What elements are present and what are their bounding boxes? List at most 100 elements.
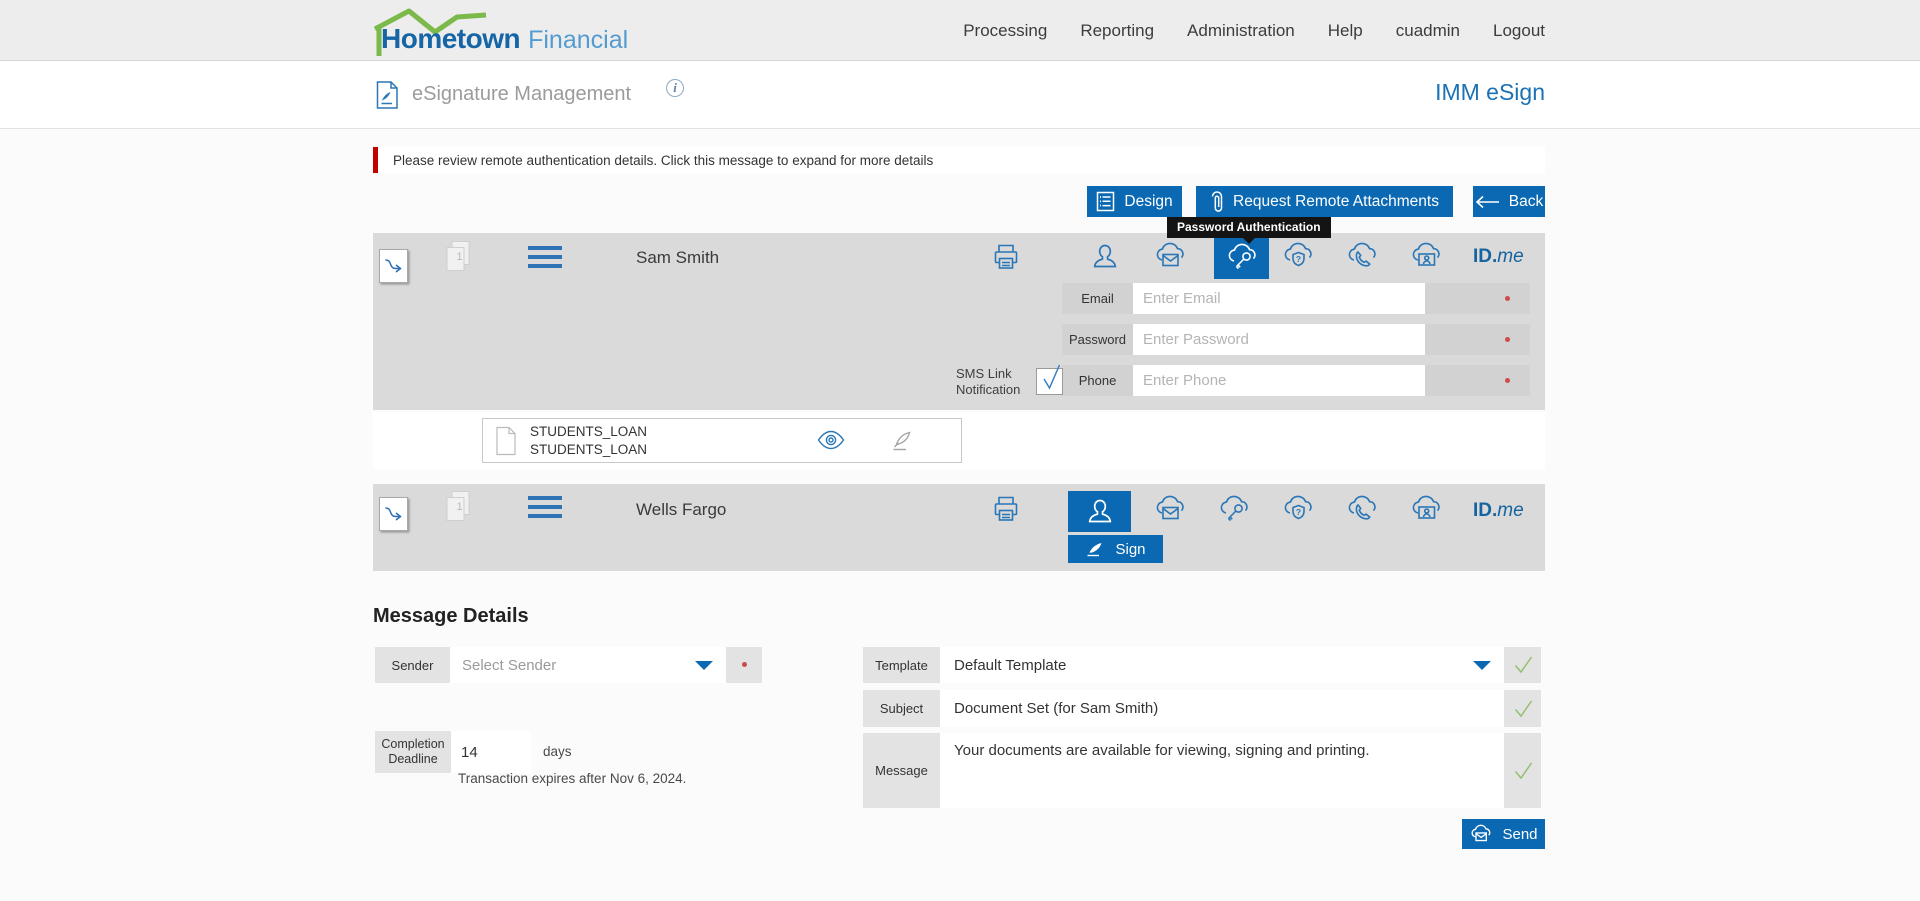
alert-banner[interactable]: Please review remote authentication deta… bbox=[373, 147, 1545, 173]
design-button[interactable]: Design bbox=[1087, 186, 1182, 217]
auth-email-button[interactable] bbox=[1152, 239, 1188, 280]
brand-suffix: Financial bbox=[528, 26, 629, 54]
person-icon bbox=[1088, 499, 1111, 522]
alert-text: Please review remote authentication deta… bbox=[393, 152, 934, 168]
drag-handle-icon[interactable] bbox=[528, 246, 562, 273]
sender-label: Sender bbox=[391, 657, 434, 673]
send-label: Send bbox=[1502, 825, 1538, 843]
cloud-id-card-icon bbox=[1412, 242, 1440, 266]
email-label: Email bbox=[1081, 291, 1114, 306]
password-field-row: Password bbox=[1062, 324, 1530, 355]
subject-input[interactable]: Document Set (for Sam Smith) bbox=[940, 690, 1504, 727]
template-value: Default Template bbox=[954, 656, 1067, 674]
dropdown-arrow-icon[interactable] bbox=[1473, 661, 1491, 670]
auth-in-person-button-selected[interactable] bbox=[1068, 491, 1131, 532]
sender-select[interactable]: Select Sender bbox=[450, 647, 726, 683]
sequence-arrow-icon bbox=[384, 259, 402, 273]
document-name-2: STUDENTS_LOAN bbox=[530, 441, 648, 457]
auth-call-button[interactable] bbox=[1344, 239, 1380, 280]
password-input[interactable] bbox=[1133, 324, 1425, 355]
esignature-doc-icon bbox=[376, 81, 398, 109]
info-icon[interactable]: i bbox=[666, 79, 684, 97]
completion-deadline-label: Completion Deadline bbox=[381, 737, 445, 766]
auth-photo-id-button[interactable] bbox=[1408, 239, 1444, 280]
request-remote-attachments-button[interactable]: Request Remote Attachments bbox=[1196, 186, 1453, 217]
email-input[interactable] bbox=[1133, 283, 1425, 314]
svg-text:?: ? bbox=[1296, 507, 1301, 517]
auth-call-button[interactable] bbox=[1344, 492, 1380, 533]
paperclip-icon bbox=[1211, 190, 1223, 212]
message-valid-cell bbox=[1504, 733, 1541, 808]
sender-required-cell bbox=[726, 647, 762, 683]
message-details-heading: Message Details bbox=[373, 605, 529, 627]
template-select[interactable]: Default Template bbox=[940, 647, 1504, 683]
auth-idme-button[interactable]: ID.me bbox=[1473, 246, 1524, 268]
phone-field-row: Phone bbox=[1062, 365, 1530, 396]
back-label: Back bbox=[1508, 192, 1544, 210]
sign-document-button[interactable] bbox=[890, 428, 916, 457]
signing-order-button[interactable] bbox=[379, 249, 408, 283]
nav-reporting[interactable]: Reporting bbox=[1080, 21, 1154, 41]
auth-email-button[interactable] bbox=[1152, 492, 1188, 533]
product-name: IMM eSign bbox=[1435, 79, 1545, 105]
print-button[interactable] bbox=[989, 240, 1023, 279]
idme-label-italic: me bbox=[1497, 246, 1524, 267]
idme-label-bold: ID. bbox=[1473, 500, 1498, 521]
send-button[interactable]: Send bbox=[1462, 819, 1545, 849]
brand-logo: Hometown Financial bbox=[371, 2, 631, 60]
svg-text:?: ? bbox=[1296, 254, 1301, 264]
signing-order-button[interactable] bbox=[379, 497, 408, 531]
auth-photo-id-button[interactable] bbox=[1408, 492, 1444, 533]
print-button[interactable] bbox=[989, 492, 1023, 531]
template-label: Template bbox=[875, 657, 928, 673]
top-nav-bar: Hometown Financial Processing Reporting … bbox=[0, 0, 1920, 61]
cloud-email-icon bbox=[1156, 495, 1184, 520]
auth-idme-button[interactable]: ID.me bbox=[1473, 500, 1524, 522]
sms-link-notification-label: SMS Link Notification bbox=[956, 366, 1021, 397]
document-icon bbox=[496, 426, 516, 456]
document-item: STUDENTS_LOAN STUDENTS_LOAN bbox=[482, 418, 962, 463]
days-unit-label: days bbox=[543, 744, 572, 759]
phone-input[interactable] bbox=[1133, 365, 1425, 396]
nav-processing[interactable]: Processing bbox=[963, 21, 1047, 41]
phone-label: Phone bbox=[1078, 373, 1117, 388]
sign-label: Sign bbox=[1115, 540, 1146, 558]
preview-document-button[interactable] bbox=[817, 429, 845, 456]
nav-help[interactable]: Help bbox=[1328, 21, 1363, 41]
cloud-email-icon bbox=[1156, 242, 1184, 267]
required-dot bbox=[1505, 378, 1510, 383]
esign-screen: Hometown Financial Processing Reporting … bbox=[0, 0, 1920, 901]
back-button[interactable]: Back bbox=[1473, 186, 1545, 217]
message-field: Message Your documents are available for… bbox=[863, 733, 1541, 808]
auth-question-button[interactable]: ? bbox=[1280, 492, 1316, 533]
dropdown-arrow-icon[interactable] bbox=[695, 661, 713, 670]
sign-button[interactable]: Sign bbox=[1068, 535, 1163, 563]
sender-field: Sender Select Sender bbox=[375, 647, 762, 683]
completion-deadline-input[interactable] bbox=[451, 731, 531, 773]
tooltip-text: Password Authentication bbox=[1177, 220, 1321, 234]
message-textarea[interactable]: Your documents are available for viewing… bbox=[940, 733, 1504, 808]
cloud-phone-icon bbox=[1348, 242, 1376, 267]
printer-icon bbox=[994, 244, 1018, 269]
template-field: Template Default Template bbox=[863, 647, 1541, 683]
email-field-row: Email bbox=[1062, 283, 1530, 314]
auth-question-button[interactable]: ? bbox=[1280, 239, 1316, 280]
sms-link-notification-checkbox[interactable] bbox=[1036, 364, 1063, 395]
message-label: Message bbox=[875, 763, 928, 778]
auth-in-person-button[interactable] bbox=[1088, 240, 1122, 279]
auth-password-button-selected[interactable] bbox=[1214, 236, 1269, 279]
drag-handle-icon[interactable] bbox=[528, 496, 562, 523]
valid-check-icon bbox=[1514, 656, 1532, 674]
auth-password-button[interactable] bbox=[1216, 492, 1252, 533]
idme-label-italic: me bbox=[1497, 500, 1524, 521]
nav-username[interactable]: cuadmin bbox=[1396, 21, 1460, 41]
arrow-left-icon bbox=[1475, 195, 1499, 208]
document-count-indicator: 1 bbox=[443, 239, 473, 276]
nav-administration[interactable]: Administration bbox=[1187, 21, 1295, 41]
password-label: Password bbox=[1068, 332, 1127, 347]
nav-logout[interactable]: Logout bbox=[1493, 21, 1545, 41]
eye-icon bbox=[817, 430, 845, 450]
document-count: 1 bbox=[456, 501, 463, 513]
subject-valid-cell bbox=[1504, 690, 1541, 727]
document-names: STUDENTS_LOAN STUDENTS_LOAN bbox=[530, 423, 647, 458]
